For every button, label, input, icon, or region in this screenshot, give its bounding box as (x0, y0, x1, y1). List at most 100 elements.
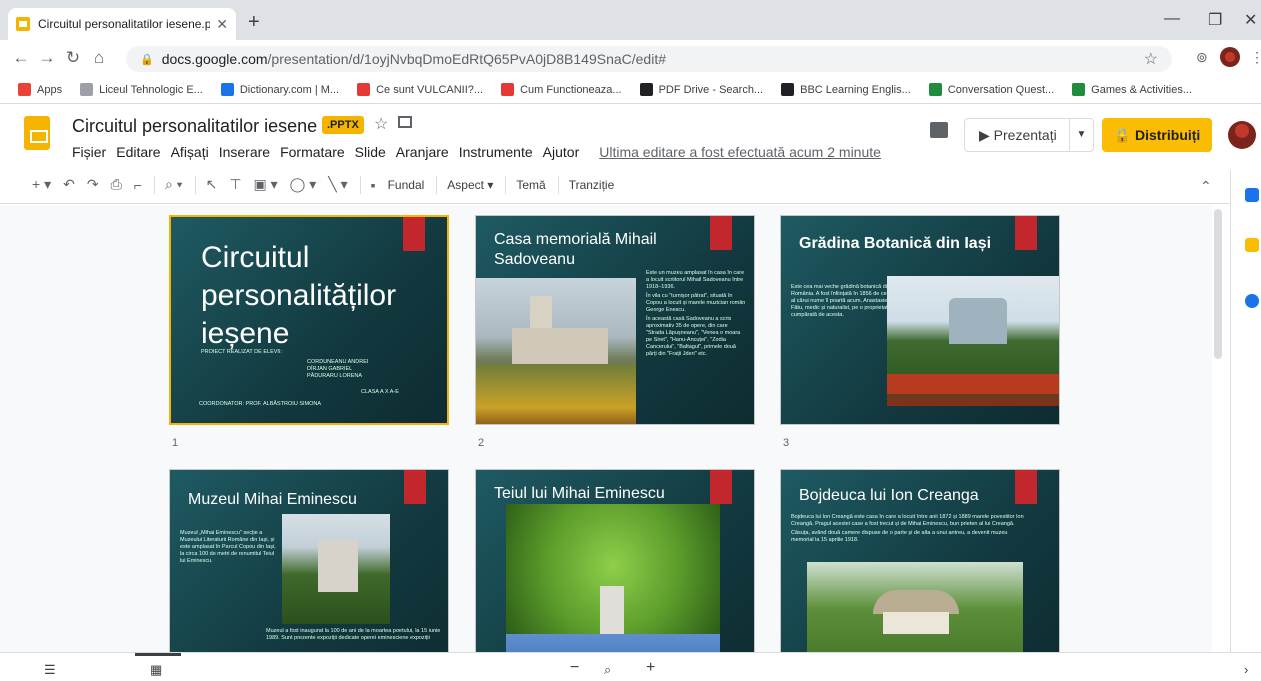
menu-arrange[interactable]: Aranjare (396, 144, 449, 160)
extension-icon[interactable]: ⊚ (1196, 49, 1208, 66)
account-avatar[interactable] (1228, 121, 1256, 149)
slide-text: PROIECT REALIZAT DE ELEVII: (201, 349, 282, 355)
text-box-icon[interactable]: ⊤ (229, 176, 241, 193)
collapse-toolbar-icon[interactable]: ⌃ (1200, 178, 1212, 195)
grid-view-icon[interactable]: ▦ (150, 662, 162, 678)
shape-icon[interactable]: ◯ ▾ (290, 176, 317, 193)
menu-view[interactable]: Afișați (171, 144, 209, 160)
bookmark-icon (639, 83, 653, 96)
tasks-icon[interactable] (1245, 294, 1259, 308)
bookmarks-bar: Apps Liceul Tehnologic E... Dictionary.c… (0, 76, 1261, 104)
close-tab-icon[interactable]: ✕ (216, 16, 228, 33)
bookmark-item[interactable]: Apps (18, 83, 62, 96)
browser-menu-icon[interactable]: ⋮ (1250, 49, 1261, 66)
zoom-icon[interactable]: ⌕ (604, 662, 611, 678)
calendar-icon[interactable] (1245, 188, 1259, 202)
grid-scrollbar[interactable] (1212, 205, 1224, 652)
share-button[interactable]: 🔒 Distribuiți (1102, 118, 1212, 152)
bookmark-icon (928, 83, 942, 96)
move-folder-icon[interactable] (398, 116, 412, 128)
back-icon[interactable]: ← (8, 48, 34, 68)
bookmark-icon (357, 83, 371, 96)
bookmark-item[interactable]: Ce sunt VULCANII?... (357, 83, 483, 96)
toolbar-theme[interactable]: Temă (516, 178, 545, 192)
url-host: docs.google.com (161, 51, 268, 67)
image-icon[interactable]: ▣ ▾ (254, 176, 278, 193)
slide-title: Circuitul personalităților ieșene (201, 241, 397, 350)
comments-icon[interactable] (930, 122, 948, 138)
slide-number: 2 (478, 437, 485, 449)
menu-file[interactable]: Fișier (72, 144, 106, 160)
menu-edit[interactable]: Editare (116, 144, 160, 160)
slide-thumbnail[interactable]: Circuitul personalităților ieșene PROIEC… (169, 215, 449, 425)
menu-tools[interactable]: Instrumente (459, 144, 533, 160)
zoom-icon[interactable]: ⌕ ▾ (165, 176, 183, 193)
bookmark-icon (18, 83, 31, 96)
undo-icon[interactable]: ↶ (63, 176, 75, 193)
paint-format-icon[interactable]: ⌐ (134, 177, 142, 193)
redo-icon[interactable]: ↷ (87, 176, 99, 193)
present-dropdown-icon[interactable]: ▼ (1069, 119, 1093, 151)
slide-thumbnail[interactable]: Muzeul Mihai Eminescu Muzeul „Mihai Emin… (169, 469, 449, 652)
bookmark-item[interactable]: Dictionary.com | M... (220, 83, 339, 96)
zoom-out-icon[interactable]: − (570, 659, 579, 677)
home-icon[interactable]: ⌂ (86, 48, 112, 68)
restore-icon[interactable]: ❐ (1208, 10, 1222, 30)
slide-thumbnail[interactable]: Teiul lui Mihai Eminescu (475, 469, 755, 652)
select-icon[interactable]: ↖ (206, 176, 218, 193)
line-icon[interactable]: ╲ ▾ (328, 176, 347, 193)
memorial-house-photo (476, 278, 636, 424)
last-edit-link[interactable]: Ultima editare a fost efectuată acum 2 m… (599, 144, 881, 160)
slide-thumbnail[interactable]: Casa memorială Mihail Sadoveanu Este un … (475, 215, 755, 425)
menu-help[interactable]: Ajutor (543, 144, 580, 160)
slides-logo-icon[interactable] (24, 116, 50, 150)
lock-icon: 🔒 (140, 53, 154, 66)
close-window-icon[interactable]: ✕ (1244, 10, 1257, 30)
profile-avatar[interactable] (1220, 47, 1240, 67)
slide-title: Bojdeuca lui Ion Creanga (799, 487, 979, 504)
bookmark-item[interactable]: Games & Activities... (1072, 83, 1192, 96)
expand-side-panel-icon[interactable]: › (1244, 662, 1248, 677)
slide-thumbnail[interactable]: Grădina Botanică din Iași Este cea mai v… (780, 215, 1060, 425)
present-label: ▶ Prezentați (979, 126, 1057, 143)
new-slide-icon[interactable]: + ▾ (32, 176, 51, 193)
slide-title: Casa memorială Mihail Sadoveanu (494, 231, 657, 268)
menu-slide[interactable]: Slide (355, 144, 386, 160)
menu-format[interactable]: Formatare (280, 144, 345, 160)
menu-insert[interactable]: Inserare (219, 144, 270, 160)
address-bar: ← → ↻ ⌂ 🔒 docs.google.com /presentation/… (0, 40, 1261, 76)
slide-title: Grădina Botanică din Iași (799, 235, 992, 252)
bookmark-item[interactable]: BBC Learning Englis... (781, 83, 911, 96)
filmstrip-view-icon[interactable]: ☰ (44, 662, 56, 678)
browser-tab[interactable]: Circuitul personalitatilor iesene.p ✕ (8, 8, 236, 40)
present-button[interactable]: ▶ Prezentați ▼ (964, 118, 1094, 152)
reload-icon[interactable]: ↻ (60, 48, 86, 68)
print-icon[interactable]: ⎙ (111, 176, 122, 193)
document-title[interactable]: Circuitul personalitatilor iesene (72, 116, 317, 137)
toolbar-layout[interactable]: Aspect ▾ (447, 178, 493, 192)
keep-icon[interactable] (1245, 238, 1259, 252)
comment-add-icon[interactable]: ▪ (371, 177, 376, 193)
menu-bar: Fișier Editare Afișați Inserare Formatar… (72, 144, 891, 160)
scrollbar-thumb[interactable] (1214, 209, 1222, 359)
editor-toolbar: + ▾ ↶ ↷ ⎙ ⌐ ⌕ ▾ ↖ ⊤ ▣ ▾ ◯ ▾ ╲ ▾ ▪ Fundal… (0, 166, 1261, 204)
bookmark-item[interactable]: Cum Functioneaza... (501, 83, 622, 96)
url-input[interactable]: 🔒 docs.google.com /presentation/d/1oyjNv… (126, 46, 1172, 72)
app-header: Circuitul personalitatilor iesene .PPTX … (0, 104, 1261, 166)
toolbar-background[interactable]: Fundal (388, 178, 425, 192)
bookmark-star-icon[interactable]: ☆ (1144, 49, 1158, 69)
slide-grid: Circuitul personalităților ieșene PROIEC… (0, 205, 1212, 652)
bookmark-item[interactable]: PDF Drive - Search... (639, 83, 763, 96)
slide-thumbnail[interactable]: Bojdeuca lui Ion Creanga Bojdeuca lui Io… (780, 469, 1060, 652)
slide-bullets: Este cea mai veche grădină botanică din … (791, 284, 891, 318)
eminescu-museum-photo (282, 514, 390, 624)
star-icon[interactable]: ☆ (374, 114, 388, 134)
url-path: /presentation/d/1oyjNvbqDmoEdRtQ65PvA0jD… (267, 51, 666, 67)
minimize-icon[interactable]: — (1164, 10, 1180, 28)
bookmark-item[interactable]: Conversation Quest... (928, 83, 1054, 96)
new-tab-icon[interactable]: + (248, 11, 260, 34)
forward-icon[interactable]: → (34, 48, 60, 68)
zoom-in-icon[interactable]: + (646, 659, 655, 677)
toolbar-transition[interactable]: Tranziție (569, 178, 615, 192)
bookmark-item[interactable]: Liceul Tehnologic E... (80, 83, 203, 96)
